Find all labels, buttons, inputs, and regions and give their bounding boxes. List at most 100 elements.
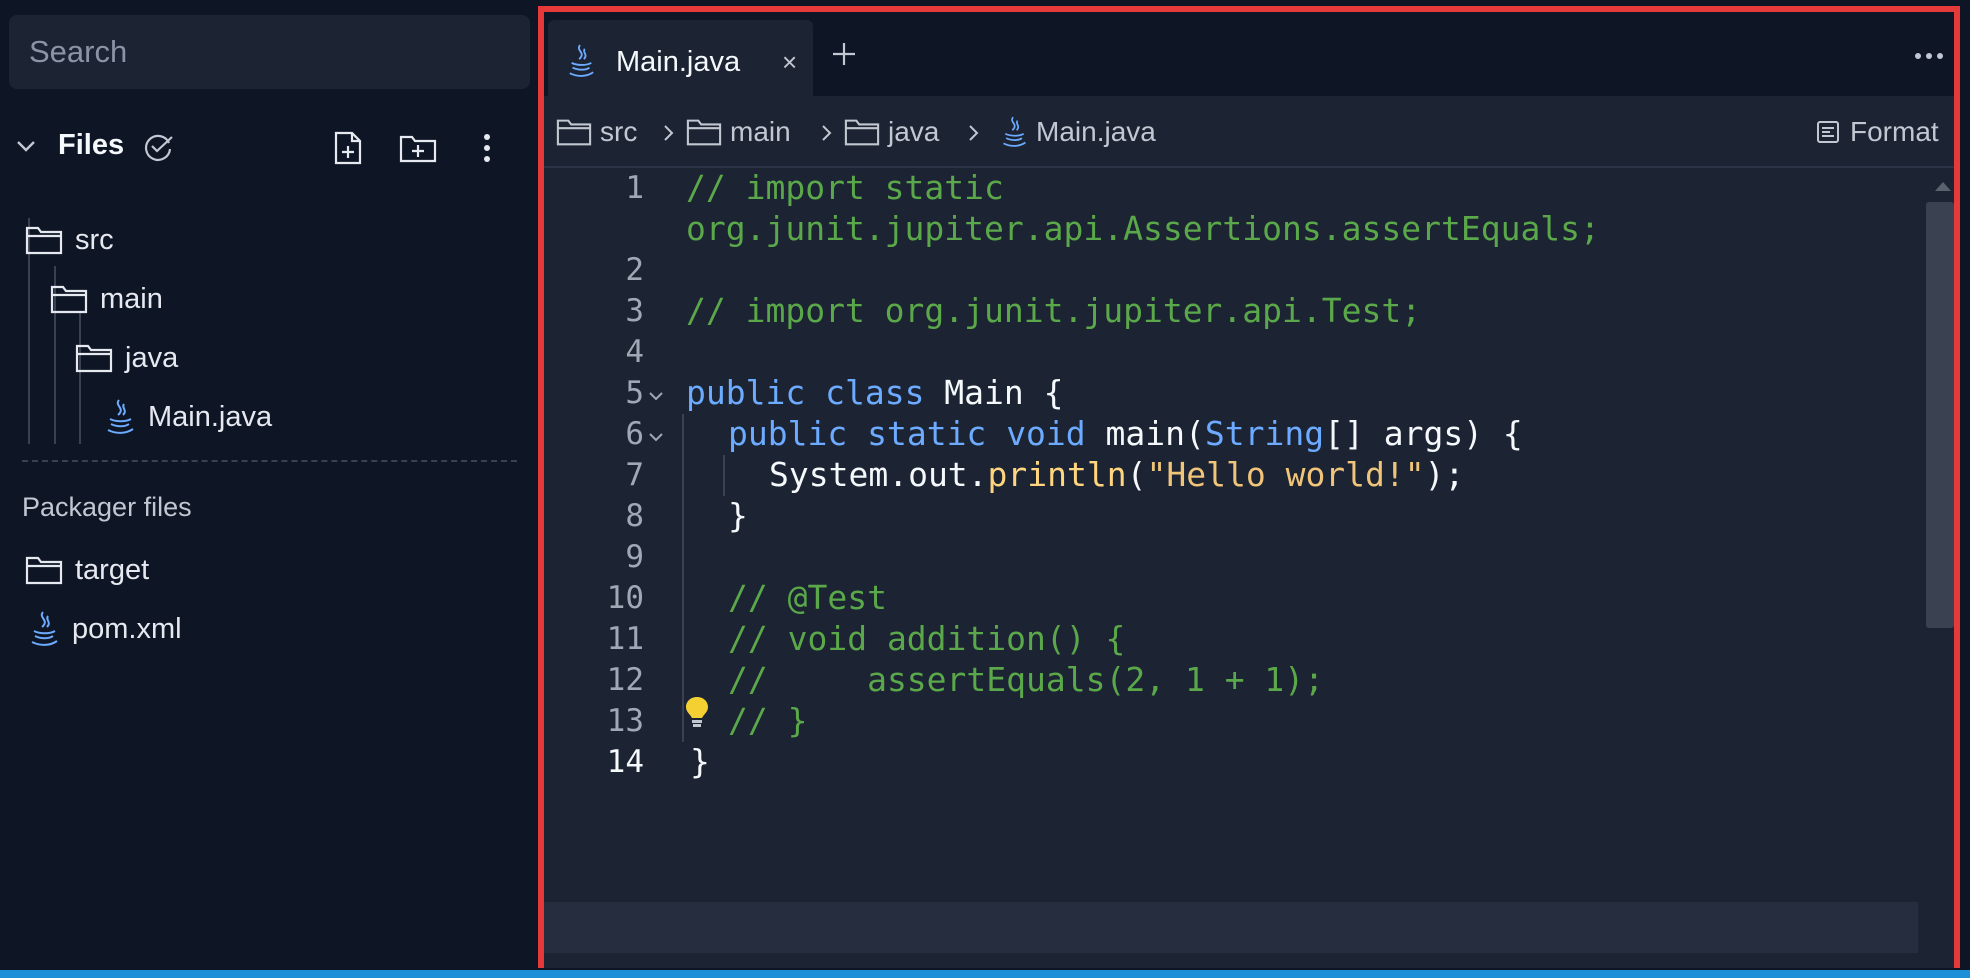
breadcrumb-label: Main.java [1036,116,1156,147]
line-number-active: 14 [606,744,644,780]
packager-files-title: Packager files [22,492,192,522]
line-number: 1 [625,170,644,206]
tree-item-label: main [100,282,163,315]
line-number: 5 [625,375,644,411]
code-text: } [728,496,748,535]
code-comment: org.junit.jupiter.api.Assertions.assertE… [686,209,1600,248]
line-number: 8 [625,498,644,534]
code-function: println [987,455,1127,494]
indent-guide [723,455,725,496]
code-type: String [1204,414,1325,453]
code-line-10: // @Test [728,578,887,618]
folder-icon [686,119,722,146]
code-text: System.out. [769,455,988,494]
line-number: 7 [625,457,644,493]
code-editor-pane: Main.java × src main java Main.java Form… [538,6,1960,968]
close-icon[interactable]: × [782,49,797,75]
line-number: 4 [625,334,644,370]
code-text: ); [1424,455,1465,494]
code-text: Main { [924,373,1064,412]
code-text: main( [1085,414,1205,453]
code-keyword: static [867,414,987,453]
java-file-icon [107,399,134,434]
tree-item-target[interactable]: target [25,546,149,594]
breadcrumb-src[interactable]: src [556,114,637,150]
chevron-down-icon[interactable] [14,134,38,158]
line-number: 10 [606,580,644,616]
code-text: } [690,742,710,781]
format-icon [1817,121,1839,143]
code-comment: // } [728,701,808,740]
line-number: 11 [606,621,644,657]
line-number: 6 [625,416,644,452]
format-label: Format [1850,116,1939,147]
code-area[interactable]: 1 2 3 4 5 6 7 8 9 10 11 12 13 14 // impo… [544,168,1954,968]
breadcrumb: src main java Main.java Format [544,96,1954,168]
tree-item-main-java[interactable]: Main.java [104,393,272,441]
code-line-3: // import org.junit.jupiter.api.Test; [686,291,1421,331]
code-line-7: System.out.println("Hello world!"); [769,455,1464,495]
line-number: 3 [625,293,644,329]
code-comment: // assertEquals(2, 1 + 1); [728,660,1325,699]
tree-item-pom-xml[interactable]: pom.xml [28,605,182,653]
file-sidebar: Files src [0,0,535,970]
folder-icon [25,226,63,255]
tab-main-java[interactable]: Main.java × [548,20,813,102]
more-vertical-icon [484,134,490,162]
code-line-13: // } [728,701,807,741]
tree-item-label: target [75,553,150,586]
breadcrumb-java[interactable]: java [844,114,939,150]
code-line-14: } [690,742,710,782]
line-number: 12 [606,662,644,698]
breadcrumb-label: main [730,116,791,147]
code-line-8: } [728,496,748,536]
tree-item-src[interactable]: src [25,216,114,264]
fold-chevron-icon[interactable] [648,390,664,402]
code-line-11: // void addition() { [728,619,1125,659]
tree-item-label: Main.java [148,400,273,433]
add-tab-icon[interactable] [830,40,858,68]
tree-item-label: java [125,341,179,374]
files-header: Files [0,118,535,178]
tree-item-label: src [75,223,114,256]
breadcrumb-main-java[interactable]: Main.java [1000,114,1156,150]
breadcrumb-main[interactable]: main [686,114,791,150]
format-button[interactable]: Format [1816,114,1939,150]
folder-icon [75,344,113,373]
code-line-1: // import static [686,168,1004,208]
tab-label: Main.java [616,46,741,78]
section-divider [22,460,517,462]
fold-chevron-icon[interactable] [648,431,664,443]
folder-icon [25,556,63,585]
code-keyword: public [686,373,806,412]
files-menu-button[interactable] [465,126,509,170]
more-horizontal-icon[interactable] [1914,52,1944,60]
lightbulb-icon[interactable] [684,695,710,729]
tree-item-label: pom.xml [72,612,182,645]
scrollbar-thumb[interactable] [1926,202,1954,628]
search-box [9,15,530,89]
code-comment: // void addition() { [728,619,1126,658]
code-line-12: // assertEquals(2, 1 + 1); [728,660,1324,700]
line-number: 2 [625,252,644,288]
new-file-button[interactable] [326,126,370,170]
chevron-right-icon [969,125,979,141]
search-input[interactable] [27,33,530,71]
indent-guide [682,414,684,742]
code-line-6: public static void main(String[] args) { [728,414,1523,454]
tree-item-main[interactable]: main [50,275,163,323]
code-keyword: void [1006,414,1086,453]
line-number: 9 [625,539,644,575]
code-line-5: public class Main { [686,373,1064,413]
folder-icon [50,285,88,314]
editor-tab-bar: Main.java × [544,12,1954,102]
code-text: [] args) { [1324,414,1523,453]
current-line-highlight [544,902,1918,953]
new-folder-icon [399,135,437,163]
scroll-up-arrow-icon[interactable] [1933,180,1953,192]
bottom-status-strip [0,970,1970,978]
tree-item-java[interactable]: java [75,334,178,382]
code-line-1-wrap: org.junit.jupiter.api.Assertions.assertE… [686,209,1600,249]
new-folder-button[interactable] [396,126,440,170]
folder-icon [556,119,592,146]
